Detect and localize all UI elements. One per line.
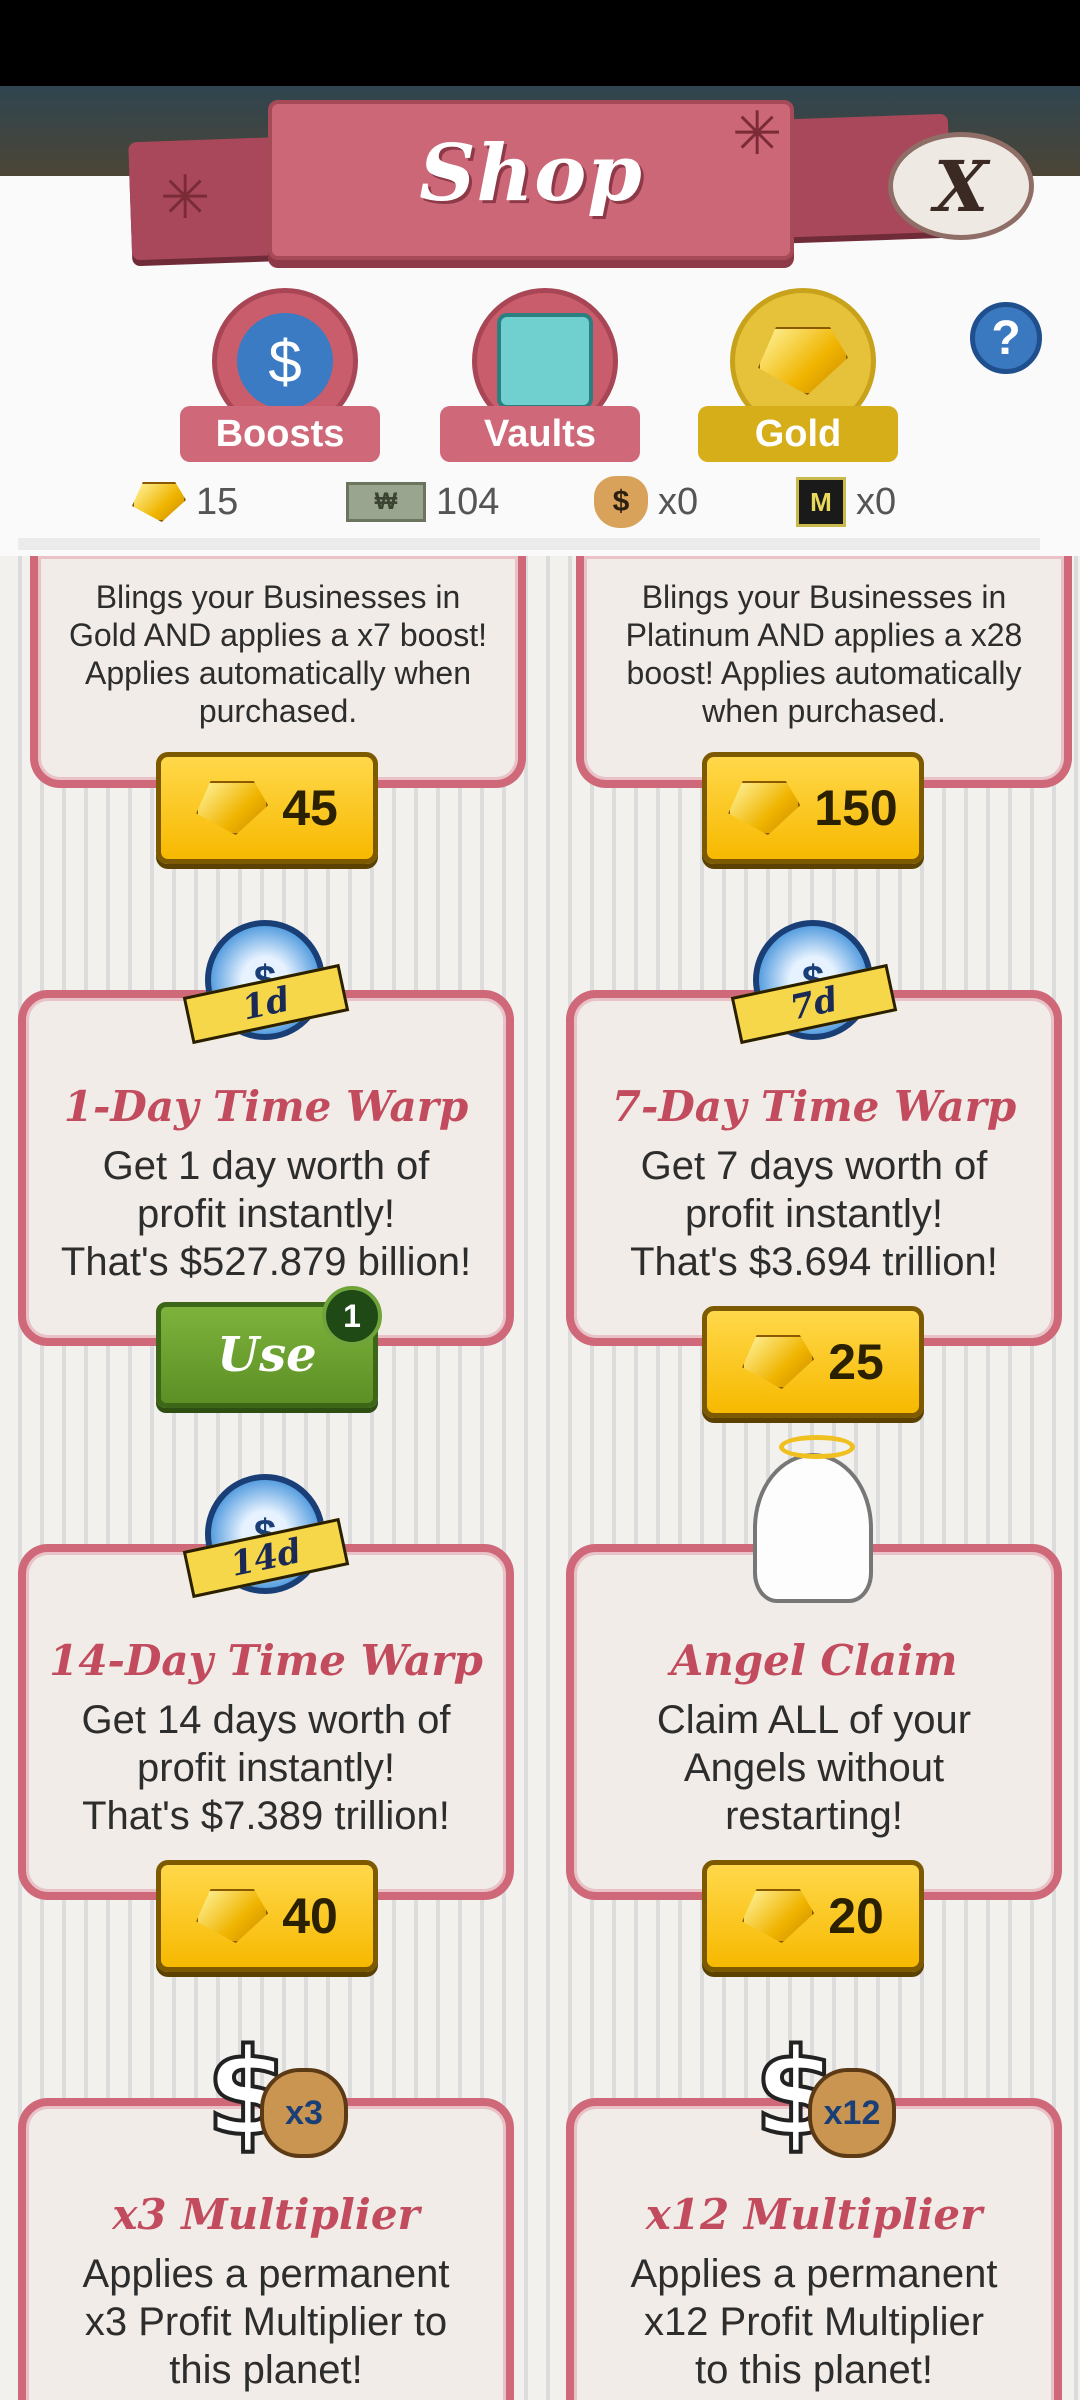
gold-gem-icon (742, 1335, 815, 1389)
currency-megabucks-value: 104 (436, 480, 500, 523)
price-label: 40 (282, 1888, 338, 1944)
currency-gold: 15 (132, 476, 238, 528)
card-title: 14-Day Time Warp (49, 1636, 483, 1685)
card-title: Angel Claim (670, 1636, 958, 1685)
card-description: Blings your Businesses in Gold AND appli… (68, 579, 487, 729)
angel-icon (728, 1435, 898, 1608)
tab-boosts-label: Boosts (180, 406, 380, 462)
buy-button-angel-claim[interactable]: 20 (702, 1860, 924, 1972)
currency-megabucks: ₩ 104 (346, 476, 499, 528)
card-title: x12 Multiplier (645, 2190, 983, 2239)
stopwatch-icon: $ 1d (180, 900, 350, 1060)
money-bag-icon: $ x12 (736, 2014, 906, 2174)
status-bar (0, 0, 1080, 86)
card-description: Get 1 day worth of profit instantly! Tha… (60, 1144, 472, 1284)
scroll-top-divider (18, 538, 1040, 550)
megaticket-icon: M (796, 477, 846, 527)
card-description: Applies a permanent x12 Profit Multiplie… (630, 2252, 998, 2392)
tab-boosts[interactable]: $ Boosts (180, 288, 380, 462)
price-label: 25 (828, 1334, 884, 1390)
card-description: Get 14 days worth of profit instantly! T… (81, 1698, 451, 1838)
price-label: 20 (828, 1888, 884, 1944)
buy-button-time-warp-14[interactable]: 40 (156, 1860, 378, 1972)
card-title: 7-Day Time Warp (611, 1082, 1017, 1131)
tab-gold[interactable]: Gold (698, 288, 898, 462)
gold-gem-icon (132, 482, 186, 522)
vault-icon (497, 313, 593, 409)
card-title: x3 Multiplier (112, 2190, 420, 2239)
card-description: Blings your Businesses in Platinum AND a… (625, 579, 1023, 729)
card-title: 1-Day Time Warp (63, 1082, 469, 1131)
card-description: Applies a permanent x3 Profit Multiplier… (82, 2252, 450, 2392)
money-bag-icon: $ x3 (188, 2014, 358, 2174)
stopwatch-icon: $ 14d (180, 1454, 350, 1614)
card-description: Claim ALL of your Angels without restart… (656, 1698, 972, 1838)
owned-count-badge: 1 (322, 1286, 382, 1346)
close-button[interactable]: X (888, 132, 1034, 240)
page-title: Shop (419, 128, 643, 219)
buy-button-gold-blinger[interactable]: 45 (156, 752, 378, 864)
currency-money-bag-value: x0 (658, 480, 699, 523)
buy-button-time-warp-7[interactable]: 25 (702, 1306, 924, 1418)
currency-money-bag: $ x0 (594, 476, 698, 528)
boost-stopwatch-icon: $ (237, 313, 333, 409)
price-label: 150 (814, 780, 898, 836)
price-label: 45 (282, 780, 338, 836)
gold-gem-icon (728, 781, 801, 835)
currency-megaticket: M x0 (796, 476, 896, 528)
gold-gem-icon (196, 1889, 269, 1943)
help-button[interactable]: ? (970, 302, 1042, 374)
buy-button-platinum-blinger[interactable]: 150 (702, 752, 924, 864)
currency-gold-value: 15 (196, 480, 239, 523)
megabucks-bill-icon: ₩ (346, 482, 426, 522)
tab-vaults[interactable]: Vaults (440, 288, 640, 462)
tab-gold-label: Gold (698, 406, 898, 462)
gold-gem-icon (755, 313, 851, 409)
currency-megaticket-value: x0 (856, 480, 897, 523)
tab-vaults-label: Vaults (440, 406, 640, 462)
gold-gem-icon (196, 781, 269, 835)
stopwatch-icon: $ 7d (728, 900, 898, 1060)
gold-gem-icon (742, 1889, 815, 1943)
atomic-star-icon: ✳ (160, 164, 211, 231)
money-bag-icon: $ (594, 476, 648, 528)
card-description: Get 7 days worth of profit instantly! Th… (630, 1144, 998, 1284)
